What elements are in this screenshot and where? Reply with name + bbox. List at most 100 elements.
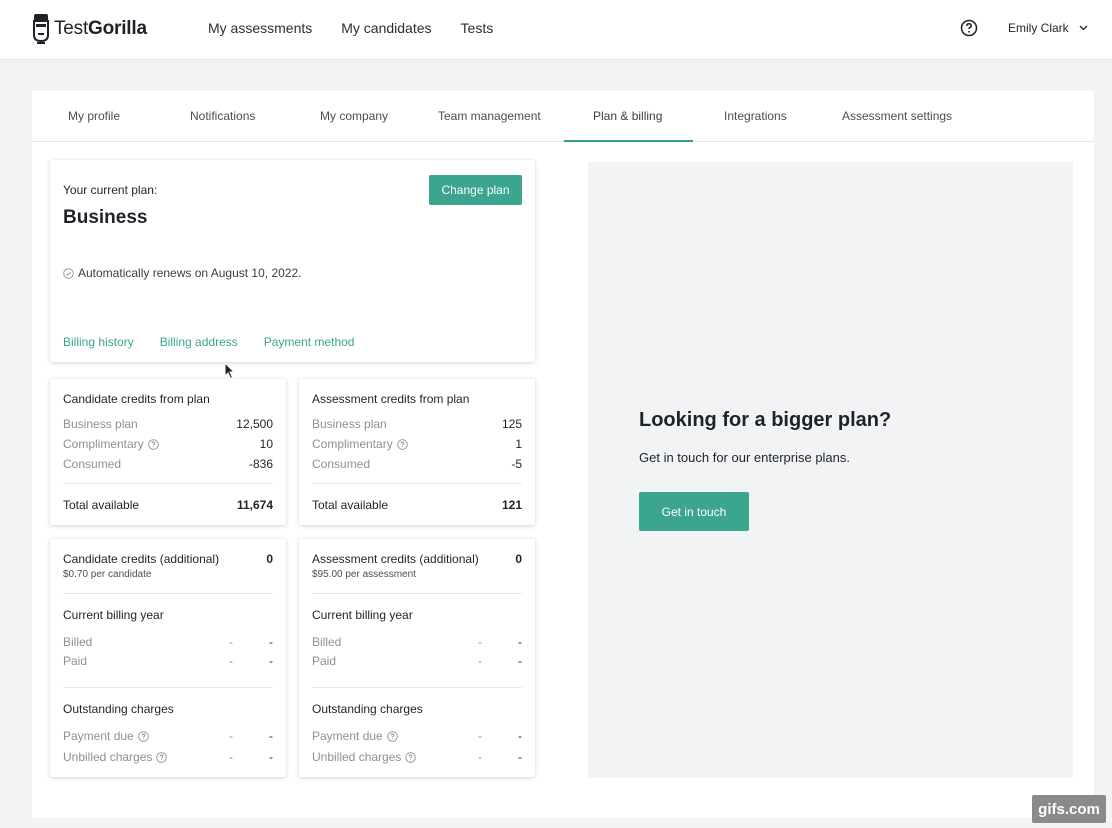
- assessment-complimentary-row: Complimentary 1: [312, 437, 522, 453]
- current-plan-label: Your current plan:: [63, 183, 158, 197]
- row-label: Paid: [312, 654, 337, 668]
- row-value: -: [518, 750, 522, 764]
- candidate-billed-row: Billed - -: [63, 635, 273, 651]
- candidate-total-row: Total available 11,674: [63, 498, 273, 514]
- candidate-price: $0.70 per candidate: [63, 569, 152, 580]
- row-value: 1: [515, 437, 522, 451]
- candidate-additional-title: Candidate credits (additional): [63, 552, 220, 566]
- total-value: 121: [501, 498, 522, 512]
- candidate-paid-row: Paid - -: [63, 654, 273, 670]
- user-menu[interactable]: Emily Clark: [1008, 21, 1088, 35]
- assessment-total-row: Total available 121: [312, 498, 522, 514]
- row-value: 125: [501, 417, 522, 431]
- gifs-watermark: gifs.com: [1032, 795, 1106, 823]
- tab-my-company[interactable]: My company: [320, 109, 388, 123]
- row-label: Consumed: [63, 457, 122, 471]
- assessment-additional-title: Assessment credits (additional): [312, 552, 479, 566]
- total-value: 11,674: [236, 498, 273, 512]
- total-label: Total available: [63, 498, 140, 512]
- help-icon[interactable]: [960, 19, 978, 37]
- assessment-unbilled-row: Unbilled charges - -: [312, 750, 522, 766]
- row-value: -: [269, 729, 273, 743]
- candidate-additional-card: Candidate credits (additional) 0 $0.70 p…: [50, 539, 286, 777]
- billing-address-link[interactable]: Billing address: [160, 335, 238, 349]
- payment-method-link[interactable]: Payment method: [264, 335, 355, 349]
- check-circle-icon: [63, 267, 74, 279]
- settings-panel: My profile Notifications My company Team…: [32, 91, 1094, 818]
- billing-year-heading: Current billing year: [312, 608, 413, 622]
- row-label: Business plan: [312, 417, 387, 431]
- tab-plan-billing[interactable]: Plan & billing: [593, 109, 662, 123]
- promo-title: Looking for a bigger plan?: [639, 409, 892, 431]
- nav-my-candidates[interactable]: My candidates: [341, 20, 431, 36]
- row-value: -: [518, 729, 522, 743]
- row-value: -5: [511, 457, 522, 471]
- divider: [312, 687, 522, 688]
- divider: [312, 593, 522, 594]
- row-placeholder: -: [229, 635, 233, 649]
- row-label: Business plan: [63, 417, 138, 431]
- assessment-additional-card: Assessment credits (additional) 0 $95.00…: [299, 539, 535, 777]
- main-nav: My assessments My candidates Tests: [208, 20, 493, 36]
- row-placeholder: -: [478, 635, 482, 649]
- tab-my-profile[interactable]: My profile: [68, 109, 120, 123]
- divider: [312, 483, 522, 484]
- row-label: Paid: [63, 654, 88, 668]
- row-placeholder: -: [478, 654, 482, 668]
- question-circle-icon[interactable]: [156, 751, 168, 763]
- row-placeholder: -: [229, 729, 233, 743]
- billing-year-heading: Current billing year: [63, 608, 164, 622]
- candidate-credits-card: Candidate credits from plan Business pla…: [50, 379, 286, 525]
- mouse-cursor-icon: [224, 362, 236, 380]
- row-label: Billed: [312, 635, 342, 649]
- assessment-consumed-row: Consumed -5: [312, 457, 522, 473]
- nav-tests[interactable]: Tests: [461, 20, 494, 36]
- divider: [63, 687, 273, 688]
- tab-integrations[interactable]: Integrations: [724, 109, 787, 123]
- assessment-credits-title: Assessment credits from plan: [312, 392, 470, 406]
- nav-my-assessments[interactable]: My assessments: [208, 20, 312, 36]
- question-circle-icon[interactable]: [137, 730, 149, 742]
- change-plan-button[interactable]: Change plan: [429, 175, 522, 205]
- row-placeholder: -: [229, 654, 233, 668]
- row-label: Payment due: [312, 729, 398, 743]
- tab-assessment-settings[interactable]: Assessment settings: [842, 109, 952, 123]
- row-value: -836: [248, 457, 273, 471]
- get-in-touch-button[interactable]: Get in touch: [639, 492, 749, 531]
- enterprise-promo: Looking for a bigger plan? Get in touch …: [588, 162, 1073, 778]
- renewal-text: Automatically renews on August 10, 2022.: [78, 266, 302, 280]
- brand-name: TestGorilla: [54, 18, 147, 39]
- question-circle-icon[interactable]: [386, 730, 398, 742]
- assessment-price: $95.00 per assessment: [312, 569, 416, 580]
- candidate-unbilled-row: Unbilled charges - -: [63, 750, 273, 766]
- question-circle-icon[interactable]: [147, 438, 159, 450]
- row-value: -: [269, 635, 273, 649]
- candidate-complimentary-row: Complimentary 10: [63, 437, 273, 453]
- candidate-business-plan-row: Business plan 12,500: [63, 417, 273, 433]
- plan-links: Billing history Billing address Payment …: [63, 335, 354, 349]
- tab-team-management[interactable]: Team management: [438, 109, 541, 123]
- row-placeholder: -: [478, 750, 482, 764]
- question-circle-icon[interactable]: [405, 751, 417, 763]
- outstanding-heading: Outstanding charges: [63, 702, 174, 716]
- current-plan-name: Business: [63, 207, 148, 228]
- promo-text: Get in touch for our enterprise plans.: [639, 450, 851, 465]
- row-label: Billed: [63, 635, 93, 649]
- row-placeholder: -: [229, 750, 233, 764]
- outstanding-heading: Outstanding charges: [312, 702, 423, 716]
- gorilla-logo-icon: [33, 14, 49, 44]
- tab-notifications[interactable]: Notifications: [190, 109, 255, 123]
- row-label: Unbilled charges: [63, 750, 168, 764]
- current-plan-card: Your current plan: Business Change plan …: [50, 160, 535, 362]
- candidate-consumed-row: Consumed -836: [63, 457, 273, 473]
- row-label: Complimentary: [63, 437, 159, 451]
- row-label: Unbilled charges: [312, 750, 417, 764]
- question-circle-icon[interactable]: [396, 438, 408, 450]
- top-navigation-bar: TestGorilla My assessments My candidates…: [0, 0, 1112, 60]
- billing-history-link[interactable]: Billing history: [63, 335, 134, 349]
- row-label: Payment due: [63, 729, 149, 743]
- renewal-info: Automatically renews on August 10, 2022.: [63, 266, 301, 280]
- testgorilla-logo[interactable]: TestGorilla: [32, 12, 147, 46]
- candidate-additional-header: Candidate credits (additional) 0: [63, 552, 273, 568]
- user-name: Emily Clark: [1008, 21, 1069, 35]
